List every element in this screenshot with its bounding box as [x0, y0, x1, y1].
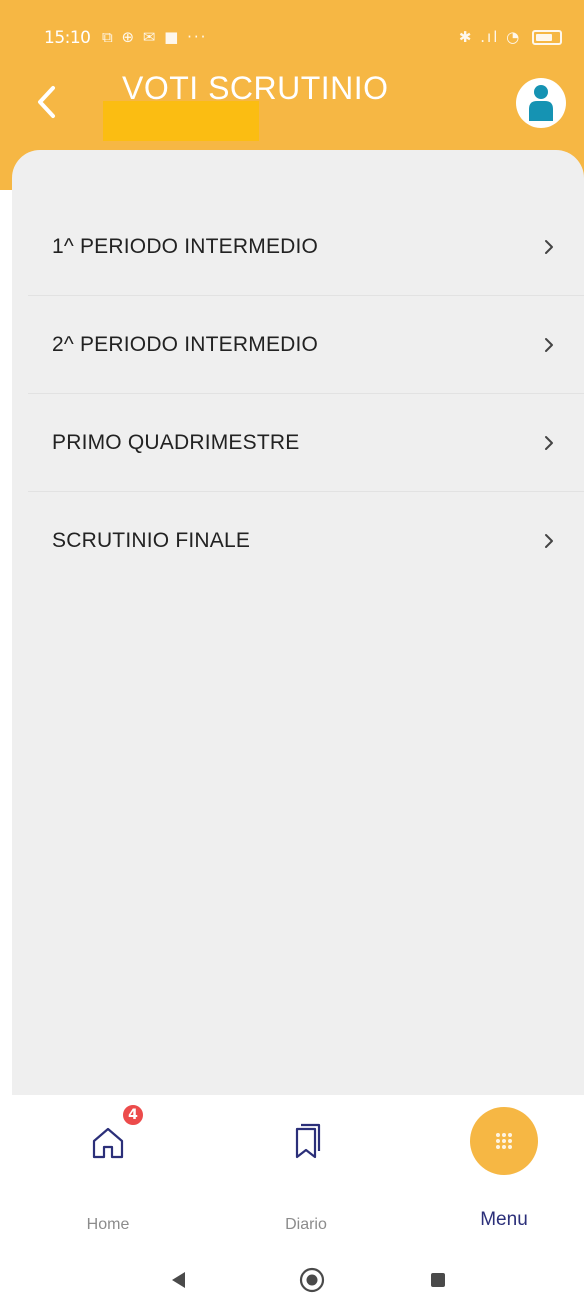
page-title: VOTI SCRUTINIO: [122, 70, 389, 106]
system-recents-button[interactable]: [418, 1265, 458, 1295]
system-home-button[interactable]: [292, 1265, 332, 1295]
signal-wifi-icons: ✱ .ıl ◔: [458, 28, 522, 46]
menu-item-periodo-2[interactable]: 2^ PERIODO INTERMEDIO: [12, 296, 584, 394]
nav-menu-label: Menu: [480, 1209, 528, 1230]
bottom-navigation: 4 Home Diario Menu: [0, 1095, 584, 1245]
nav-menu[interactable]: Menu: [434, 1095, 574, 1245]
status-system-icons: ✱ .ıl ◔: [459, 28, 562, 46]
menu-item-label: 1^ PERIODO INTERMEDIO: [52, 235, 319, 258]
system-back-button[interactable]: [158, 1265, 198, 1295]
nav-diario-label: Diario: [285, 1216, 327, 1233]
status-bar: 15:10 ⧉ ⊕ ✉ ■ ··· ✱ .ıl ◔: [0, 24, 584, 54]
menu-circle: [470, 1107, 538, 1175]
menu-item-periodo-1[interactable]: 1^ PERIODO INTERMEDIO: [12, 198, 584, 296]
bookmark-icon: [295, 1123, 321, 1159]
back-triangle-icon: [172, 1272, 185, 1288]
profile-avatar-button[interactable]: [516, 78, 566, 128]
nav-home-label: Home: [86, 1216, 130, 1233]
chevron-right-icon: [545, 240, 553, 254]
menu-item-label: PRIMO QUADRIMESTRE: [52, 431, 300, 454]
chevron-right-icon: [545, 534, 553, 548]
menu-item-label: SCRUTINIO FINALE: [52, 529, 251, 552]
home-icon: [92, 1127, 124, 1159]
notification-badge: 4: [121, 1103, 145, 1127]
battery-icon: [532, 30, 562, 45]
menu-item-scrutinio-finale[interactable]: SCRUTINIO FINALE: [12, 492, 584, 590]
home-circle-icon: [299, 1267, 325, 1293]
chevron-left-icon: [38, 86, 55, 118]
nav-diario[interactable]: Diario: [236, 1095, 376, 1245]
system-navigation-bar: [0, 1245, 584, 1314]
back-button[interactable]: [28, 78, 64, 126]
nav-home[interactable]: 4 Home: [38, 1095, 178, 1245]
recents-square-icon: [431, 1273, 445, 1287]
chevron-right-icon: [545, 338, 553, 352]
status-time: 15:10: [44, 28, 91, 48]
menu-item-primo-quadrimestre[interactable]: PRIMO QUADRIMESTRE: [12, 394, 584, 492]
period-menu-list: 1^ PERIODO INTERMEDIO 2^ PERIODO INTERME…: [12, 198, 584, 590]
grid-dots-icon: [496, 1133, 512, 1149]
menu-item-label: 2^ PERIODO INTERMEDIO: [52, 333, 319, 356]
user-icon: [529, 85, 553, 121]
status-notification-icons: ⧉ ⊕ ✉ ■ ···: [102, 28, 208, 46]
chevron-right-icon: [545, 436, 553, 450]
title-highlight-bar: [103, 101, 259, 141]
